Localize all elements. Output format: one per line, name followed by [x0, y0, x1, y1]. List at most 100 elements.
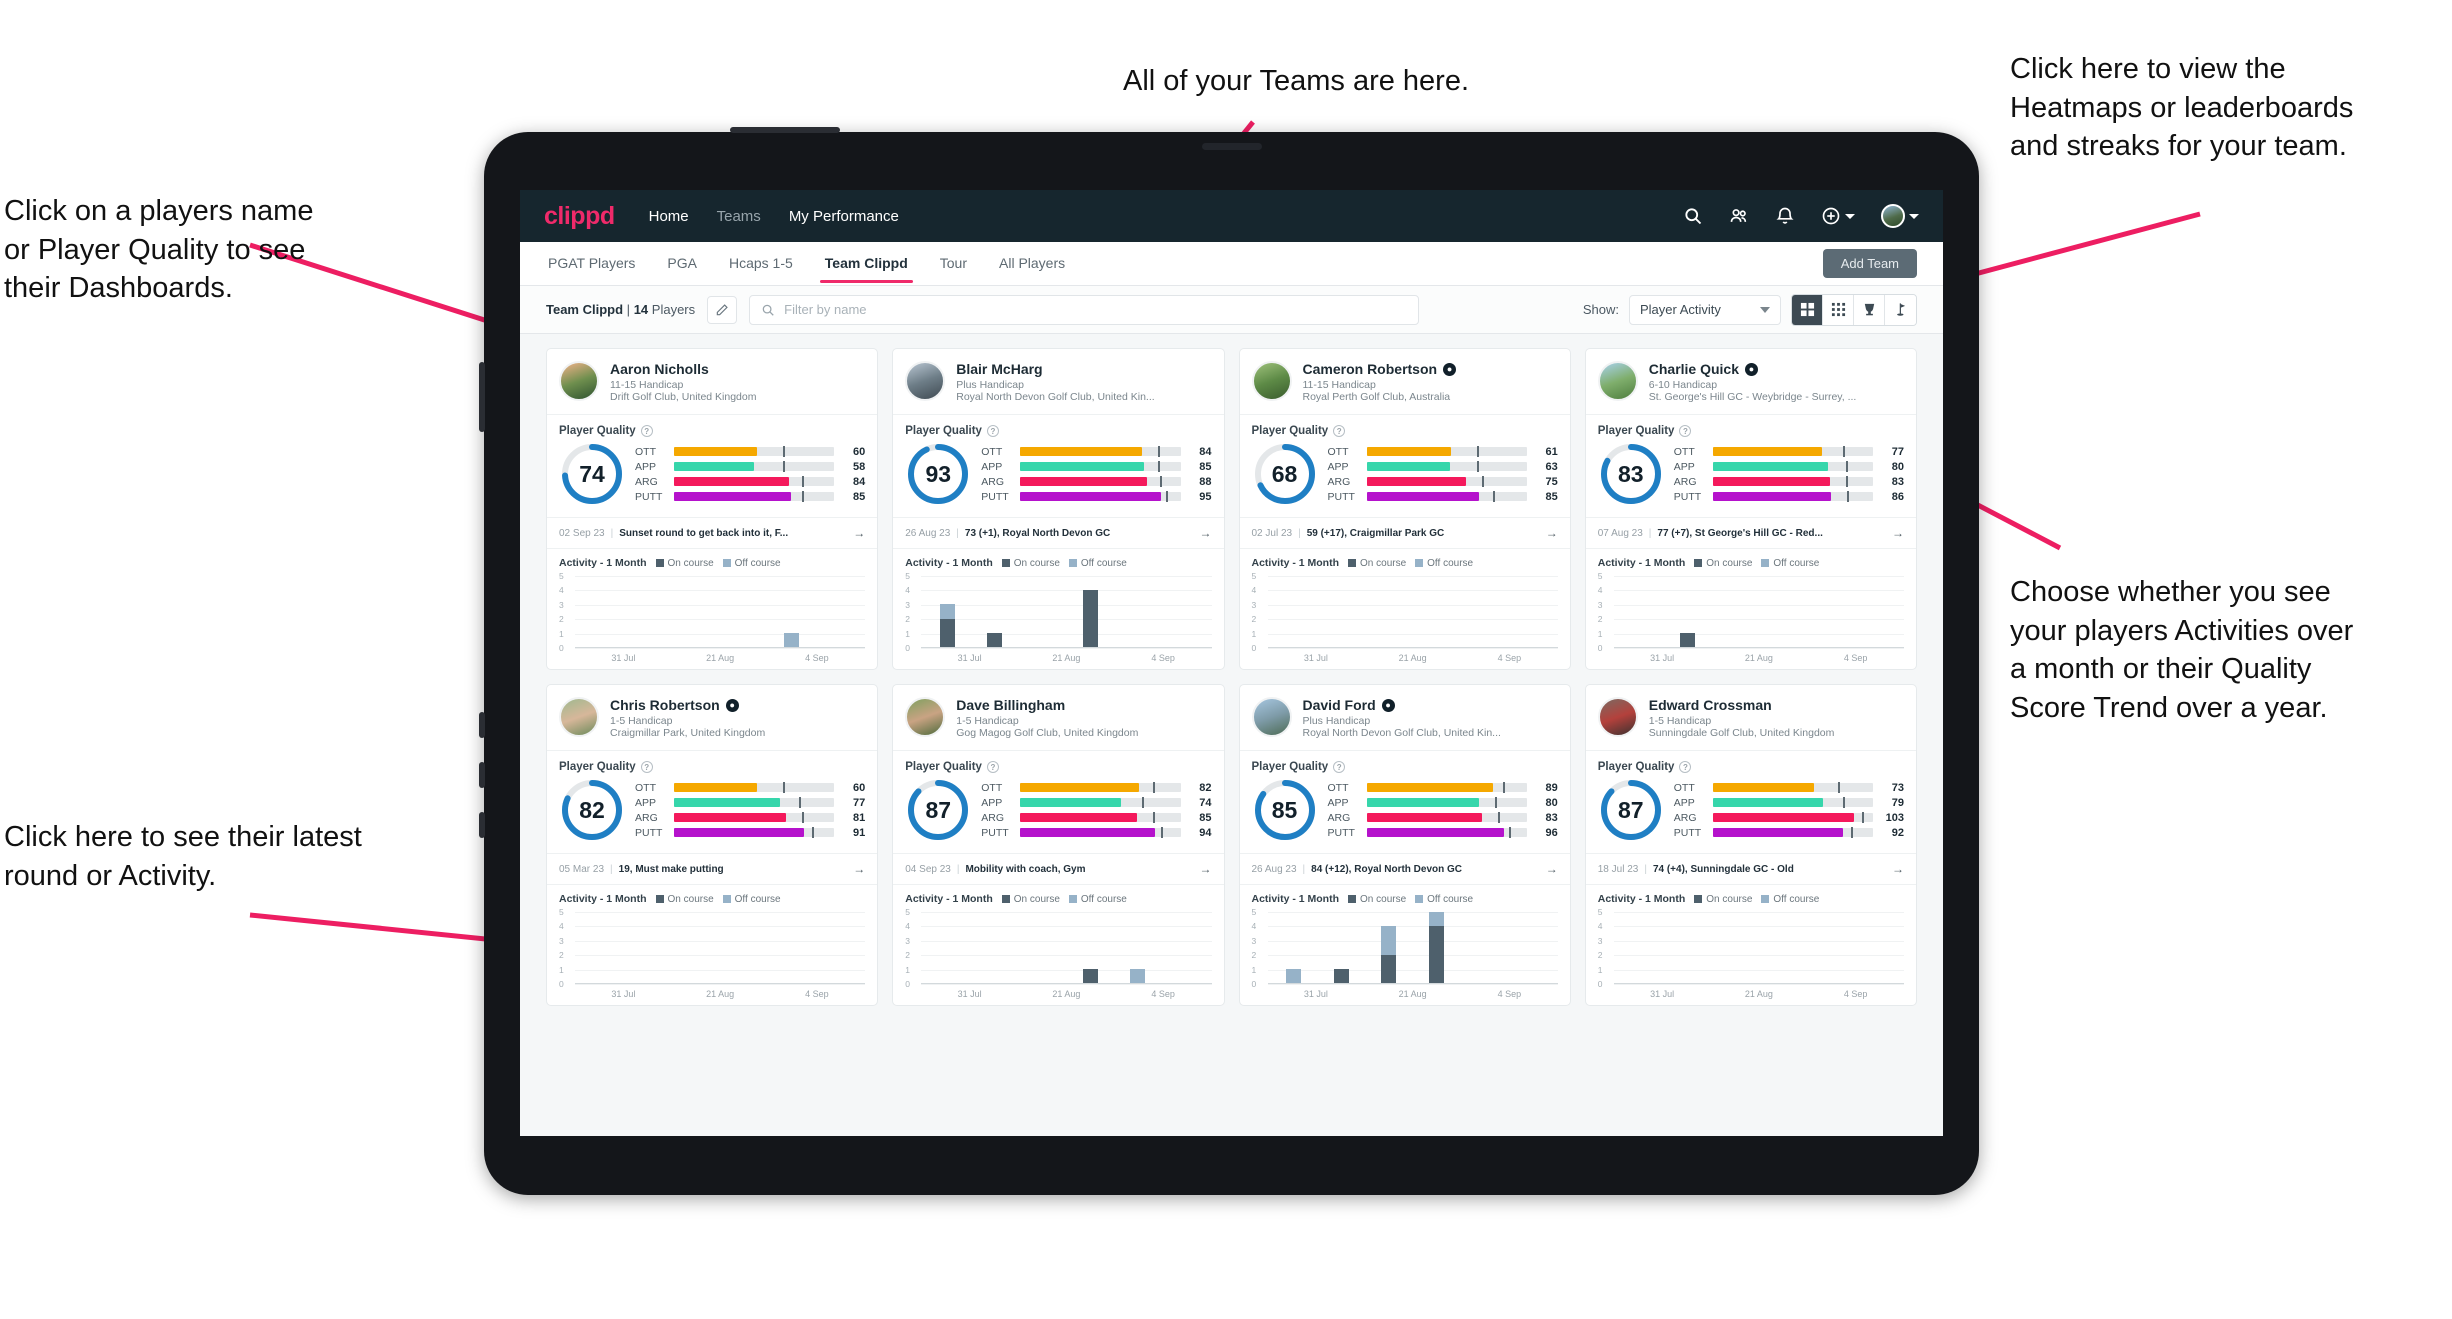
help-icon[interactable]: ?	[1333, 425, 1346, 437]
arrow-right-icon[interactable]: →	[1546, 862, 1558, 876]
player-quality-body[interactable]: 93 OTT 84 APP 85 ARG 88 PUTT 95	[893, 439, 1223, 517]
arrow-right-icon[interactable]: →	[853, 526, 865, 540]
latest-activity-row[interactable]: 02 Jul 23 | 59 (+17), Craigmillar Park G…	[1239, 517, 1570, 548]
player-card[interactable]: Dave Billingham 1-5 Handicap Gog Magog G…	[892, 684, 1225, 1006]
player-quality-body[interactable]: 68 OTT 61 APP 63 ARG 75 PUTT 85	[1240, 439, 1570, 517]
view-flag-button[interactable]	[1885, 294, 1916, 325]
chevron-down-icon	[1760, 306, 1770, 313]
nav-link-home[interactable]: Home	[649, 208, 689, 225]
player-card-header[interactable]: Aaron Nicholls 11-15 Handicap Drift Golf…	[547, 349, 878, 415]
latest-activity-row[interactable]: 18 Jul 23 | 74 (+4), Sunningdale GC - Ol…	[1585, 853, 1916, 884]
player-card-header[interactable]: Edward Crossman 1-5 Handicap Sunningdale…	[1585, 685, 1916, 751]
player-name[interactable]: Aaron Nicholls	[610, 361, 756, 377]
latest-activity-row[interactable]: 05 Mar 23 | 19, Must make putting →	[547, 853, 878, 884]
add-team-button[interactable]: Add Team	[1822, 249, 1917, 278]
player-name[interactable]: Chris Robertson ●	[610, 697, 765, 713]
nav-link-teams[interactable]: Teams	[717, 208, 761, 225]
quality-score-ring: 83	[1598, 441, 1664, 507]
metric-bar-fill	[1020, 462, 1144, 471]
tab-pga[interactable]: PGA	[665, 245, 699, 282]
metric-benchmark-tick	[1502, 782, 1505, 793]
tablet-screen: clippd Home Teams My Performance PGAT Pl…	[520, 190, 1943, 1136]
player-card[interactable]: Cameron Robertson ● 11-15 Handicap Royal…	[1238, 348, 1571, 670]
clippd-logo[interactable]: clippd	[544, 202, 615, 231]
arrow-right-icon[interactable]: →	[1546, 526, 1558, 540]
help-icon[interactable]: ?	[1679, 761, 1692, 773]
bell-icon[interactable]	[1775, 206, 1795, 226]
view-trophy-button[interactable]	[1854, 294, 1885, 325]
help-icon[interactable]: ?	[640, 761, 653, 773]
latest-activity-row[interactable]: 02 Sep 23 | Sunset round to get back int…	[547, 517, 878, 548]
player-name[interactable]: Cameron Robertson ●	[1303, 361, 1457, 377]
user-menu[interactable]	[1881, 204, 1919, 228]
player-handicap: 6-10 Handicap	[1648, 379, 1718, 391]
avatar[interactable]	[1881, 204, 1905, 228]
add-menu[interactable]	[1821, 206, 1855, 226]
tab-pgat-players[interactable]: PGAT Players	[546, 245, 637, 282]
player-name[interactable]: Dave Billingham	[956, 697, 1138, 713]
chart-y-tick: 2	[559, 614, 564, 625]
player-card[interactable]: Aaron Nicholls 11-15 Handicap Drift Golf…	[546, 348, 879, 670]
view-grid-large-button[interactable]	[1792, 294, 1823, 325]
chart-x-tick: 21 Aug	[1744, 653, 1773, 663]
tab-tour[interactable]: Tour	[938, 245, 969, 282]
metric-bar-fill	[1366, 798, 1479, 807]
player-quality-body[interactable]: 85 OTT 89 APP 80 ARG 83 PUTT 96	[1240, 775, 1570, 853]
activity-bar-chart: 5 4 3 2 1 0	[1252, 571, 1558, 653]
player-name[interactable]: Edward Crossman	[1649, 697, 1835, 713]
tab-all-players[interactable]: All Players	[997, 245, 1067, 282]
nav-link-my-performance[interactable]: My Performance	[789, 208, 899, 225]
player-card-header[interactable]: Charlie Quick ● 6-10 Handicap St. George…	[1585, 349, 1916, 415]
player-card[interactable]: Edward Crossman 1-5 Handicap Sunningdale…	[1584, 684, 1917, 1006]
player-card[interactable]: Charlie Quick ● 6-10 Handicap St. George…	[1584, 348, 1917, 670]
search-input[interactable]: Filter by name	[749, 294, 1420, 325]
chart-gridline	[1613, 984, 1904, 985]
arrow-right-icon[interactable]: →	[1892, 526, 1904, 540]
player-name[interactable]: David Ford ●	[1303, 697, 1501, 713]
chart-y-tick: 4	[559, 921, 564, 932]
latest-activity-row[interactable]: 07 Aug 23 | 77 (+7), St George's Hill GC…	[1585, 517, 1916, 548]
player-card[interactable]: Blair McHarg Plus Handicap Royal North D…	[892, 348, 1225, 670]
player-quality-body[interactable]: 74 OTT 60 APP 58 ARG 84 PUTT 85	[547, 439, 877, 517]
player-quality-body[interactable]: 87 OTT 82 APP 74 ARG 85 PUTT 94	[893, 775, 1223, 853]
metric-label: PUTT	[1673, 826, 1702, 839]
tab-hcaps-1-5[interactable]: Hcaps 1-5	[727, 245, 795, 282]
player-name[interactable]: Blair McHarg	[956, 361, 1154, 377]
latest-activity-row[interactable]: 04 Sep 23 | Mobility with coach, Gym →	[893, 853, 1224, 884]
player-card-header[interactable]: Chris Robertson ● 1-5 Handicap Craigmill…	[547, 685, 878, 751]
latest-activity-row[interactable]: 26 Aug 23 | 73 (+1), Royal North Devon G…	[893, 517, 1224, 548]
player-card-header[interactable]: Cameron Robertson ● 11-15 Handicap Royal…	[1239, 349, 1570, 415]
show-label: Show:	[1582, 302, 1619, 317]
edit-team-button[interactable]	[707, 295, 738, 324]
bar-segment-off-course	[1381, 926, 1397, 955]
help-icon[interactable]: ?	[986, 761, 999, 773]
tab-team-clippd[interactable]: Team Clippd	[819, 245, 913, 283]
arrow-right-icon[interactable]: →	[1200, 862, 1212, 876]
help-icon[interactable]: ?	[1679, 425, 1692, 437]
latest-activity-row[interactable]: 26 Aug 23 | 84 (+12), Royal North Devon …	[1239, 853, 1570, 884]
plus-circle-icon[interactable]	[1821, 206, 1841, 226]
player-card-header[interactable]: Blair McHarg Plus Handicap Royal North D…	[893, 349, 1224, 415]
arrow-right-icon[interactable]: →	[1892, 862, 1904, 876]
player-card-header[interactable]: David Ford ● Plus Handicap Royal North D…	[1239, 685, 1570, 751]
chart-y-tick: 4	[1597, 921, 1603, 932]
activity-chart-header: Activity - 1 Month On course Off course	[905, 893, 1211, 905]
arrow-right-icon[interactable]: →	[853, 862, 865, 876]
annotation-teams: All of your Teams are here.	[1123, 65, 1470, 97]
player-quality-body[interactable]: 83 OTT 77 APP 80 ARG 83 PUTT 86	[1586, 439, 1916, 517]
quality-score-value: 87	[925, 796, 952, 823]
player-card-header[interactable]: Dave Billingham 1-5 Handicap Gog Magog G…	[893, 685, 1224, 751]
show-select[interactable]: Player Activity	[1629, 294, 1781, 325]
help-icon[interactable]: ?	[986, 425, 999, 437]
player-quality-body[interactable]: 82 OTT 60 APP 77 ARG 81 PUTT 91	[547, 775, 877, 853]
player-card[interactable]: Chris Robertson ● 1-5 Handicap Craigmill…	[546, 684, 879, 1006]
help-icon[interactable]: ?	[640, 425, 653, 437]
arrow-right-icon[interactable]: →	[1200, 526, 1212, 540]
player-name[interactable]: Charlie Quick ●	[1649, 361, 1857, 377]
help-icon[interactable]: ?	[1333, 761, 1346, 773]
search-icon[interactable]	[1683, 206, 1703, 226]
view-grid-small-button[interactable]	[1823, 294, 1854, 325]
player-quality-body[interactable]: 87 OTT 73 APP 79 ARG 103 PUTT 92	[1586, 775, 1916, 853]
player-card[interactable]: David Ford ● Plus Handicap Royal North D…	[1238, 684, 1571, 1006]
people-icon[interactable]	[1729, 206, 1749, 226]
